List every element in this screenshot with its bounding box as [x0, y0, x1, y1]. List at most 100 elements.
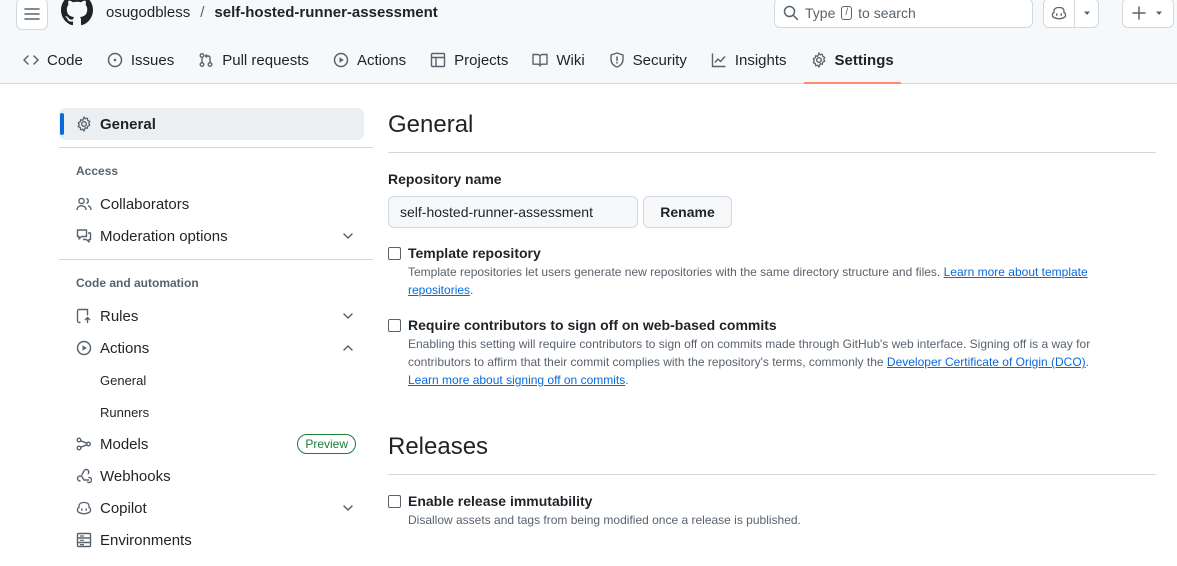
- tab-security[interactable]: Security: [602, 44, 694, 76]
- sidebar-item-label: Copilot: [100, 499, 147, 517]
- search-shortcut-key: /: [841, 6, 853, 20]
- book-icon: [532, 53, 549, 67]
- repo-name-link[interactable]: self-hosted-runner-assessment: [214, 4, 437, 21]
- sidebar-item-label: Collaborators: [100, 195, 190, 213]
- search-placeholder-suffix: to search: [858, 5, 916, 21]
- search-icon: [783, 5, 799, 21]
- shield-icon: [609, 52, 624, 68]
- code-icon: [23, 55, 39, 65]
- section-divider: [388, 474, 1156, 475]
- tab-code-label: Code: [47, 51, 83, 69]
- create-new-button[interactable]: [1122, 0, 1174, 28]
- chevron-up-icon: [343, 345, 353, 351]
- release-immutability-checkbox[interactable]: [388, 495, 401, 508]
- tab-projects-label: Projects: [454, 51, 509, 69]
- tab-insights-label: Insights: [734, 51, 787, 69]
- tab-insights[interactable]: Insights: [704, 44, 794, 76]
- release-immutability-title: Enable release immutability: [408, 493, 593, 509]
- hamburger-icon: [24, 8, 40, 20]
- github-logo-icon[interactable]: [61, 0, 93, 26]
- sidebar-item-label: Moderation options: [100, 227, 228, 245]
- signoff-description: Enabling this setting will require contr…: [408, 337, 1091, 387]
- sidebar-item-models[interactable]: Models Preview: [59, 428, 373, 460]
- copilot-icon: [76, 501, 92, 515]
- plus-icon: [1132, 6, 1146, 20]
- gear-icon: [77, 116, 91, 132]
- sidebar-item-copilot[interactable]: Copilot: [59, 492, 373, 524]
- play-icon: [76, 340, 92, 356]
- tab-issues-label: Issues: [130, 51, 175, 69]
- sidebar-item-label: Webhooks: [100, 467, 171, 485]
- comment-discussion-icon: [76, 229, 92, 243]
- sidebar-subitem-actions-runners[interactable]: Runners: [59, 398, 149, 426]
- section-divider: [388, 152, 1156, 153]
- sidebar-item-rules[interactable]: Rules: [59, 300, 373, 332]
- chevron-down-icon: [343, 505, 353, 511]
- search-placeholder-prefix: Type: [805, 5, 836, 21]
- copilot-dropdown[interactable]: [1075, 8, 1098, 18]
- sidebar-item-label: Models: [100, 435, 149, 453]
- repo-push-icon: [76, 308, 91, 324]
- server-icon: [76, 532, 92, 548]
- tab-wiki[interactable]: Wiki: [525, 44, 591, 76]
- tab-pull-requests-label: Pull requests: [222, 51, 309, 69]
- breadcrumb-separator: /: [200, 4, 205, 21]
- template-desc-text: Template repositories let users generate…: [408, 265, 941, 279]
- sidebar-item-moderation[interactable]: Moderation options: [59, 220, 373, 252]
- git-pull-request-icon: [199, 53, 213, 67]
- graph-icon: [711, 53, 726, 68]
- signoff-title: Require contributors to sign off on web-…: [408, 317, 777, 333]
- sidebar-item-label: General: [100, 115, 156, 133]
- preview-badge: Preview: [297, 434, 356, 454]
- copilot-button[interactable]: [1044, 0, 1075, 27]
- tab-settings-label: Settings: [834, 51, 894, 69]
- sidebar-subitem-actions-general[interactable]: General: [59, 366, 146, 394]
- triangle-down-icon: [1156, 11, 1162, 15]
- sidebar-heading-code-automation: Code and automation: [76, 276, 199, 290]
- sidebar-divider: [59, 259, 373, 260]
- releases-title: Releases: [388, 433, 489, 460]
- gear-icon: [812, 52, 825, 68]
- copilot-menu-button[interactable]: [1043, 0, 1099, 28]
- repo-name-input[interactable]: [388, 196, 638, 228]
- sidebar-item-label: Environments: [100, 531, 192, 549]
- sidebar-item-collaborators[interactable]: Collaborators: [59, 188, 373, 220]
- chevron-down-icon: [343, 233, 353, 239]
- sidebar-heading-access: Access: [76, 164, 119, 178]
- signoff-learn-more-link[interactable]: Learn more about signing off on commits: [408, 373, 625, 387]
- dco-link[interactable]: Developer Certificate of Origin (DCO): [887, 355, 1086, 369]
- sidebar-item-actions[interactable]: Actions: [59, 332, 373, 364]
- search-input[interactable]: Type / to search: [774, 0, 1033, 28]
- tab-code[interactable]: Code: [16, 44, 90, 76]
- repo-header: osugodbless / self-hosted-runner-assessm…: [0, 0, 1177, 84]
- play-icon: [333, 52, 349, 68]
- table-icon: [430, 52, 446, 68]
- sidebar-item-label: Actions: [100, 339, 150, 357]
- sidebar-item-environments[interactable]: Environments: [59, 524, 373, 556]
- tab-issues[interactable]: Issues: [100, 44, 181, 76]
- page-title: General: [388, 111, 474, 138]
- template-repository-checkbox[interactable]: [388, 247, 401, 260]
- repo-owner-link[interactable]: osugodbless: [106, 4, 190, 21]
- repo-nav: Code Issues Pull requests Actions Projec…: [16, 44, 911, 84]
- signoff-checkbox[interactable]: [388, 319, 401, 332]
- sidebar-divider: [59, 147, 373, 148]
- repo-name-label: Repository name: [388, 171, 502, 187]
- tab-settings[interactable]: Settings: [803, 44, 901, 84]
- rename-button[interactable]: Rename: [643, 196, 732, 228]
- template-repository-description: Template repositories let users generate…: [408, 265, 1088, 297]
- issue-opened-icon: [107, 52, 123, 68]
- sidebar-item-general[interactable]: General: [59, 108, 364, 140]
- tab-wiki-label: Wiki: [556, 51, 585, 69]
- tab-security-label: Security: [632, 51, 687, 69]
- menu-button[interactable]: [16, 0, 48, 30]
- triangle-down-icon: [1083, 11, 1090, 15]
- tab-pull-requests[interactable]: Pull requests: [191, 44, 316, 76]
- copilot-icon: [1051, 6, 1067, 20]
- sidebar-item-webhooks[interactable]: Webhooks: [59, 460, 373, 492]
- breadcrumb: osugodbless / self-hosted-runner-assessm…: [106, 4, 438, 21]
- tab-projects[interactable]: Projects: [423, 44, 515, 76]
- people-icon: [76, 197, 92, 211]
- tab-actions[interactable]: Actions: [326, 44, 413, 76]
- template-repository-title: Template repository: [408, 245, 541, 261]
